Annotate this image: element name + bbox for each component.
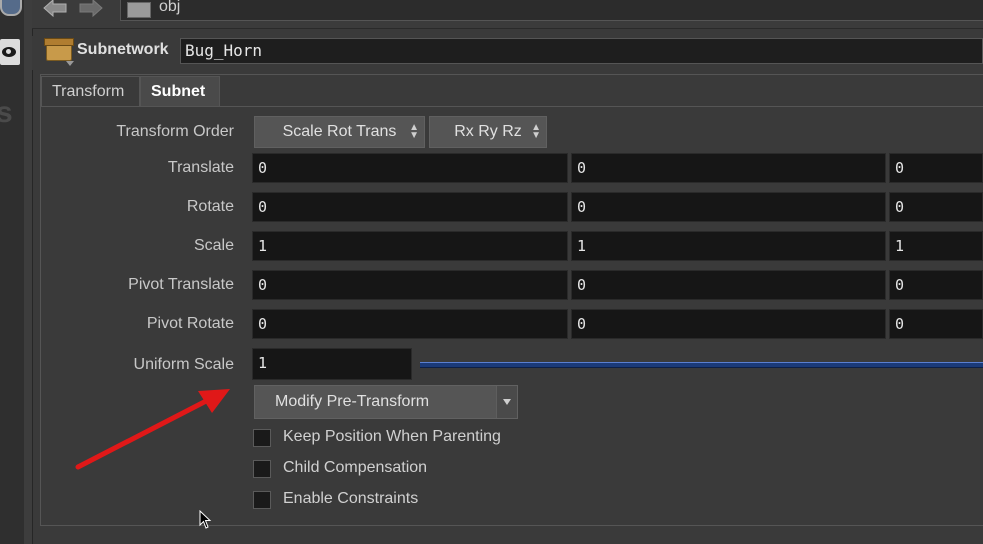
faded-s-icon: s: [0, 96, 13, 129]
network-name: obj: [159, 0, 181, 15]
scale-x-field[interactable]: 1: [252, 231, 568, 261]
left-toolbar: s: [0, 0, 24, 544]
uniform-scale-slider[interactable]: [420, 362, 983, 368]
network-icon: [127, 2, 151, 18]
display-mode-icon[interactable]: [0, 0, 22, 16]
pivot-rotate-z-field[interactable]: 0: [889, 309, 983, 339]
scale-label: Scale: [193, 237, 234, 254]
pre-transform-menu[interactable]: Modify Pre-Transform: [254, 385, 518, 419]
scale-z-field[interactable]: 1: [889, 231, 983, 261]
tab-subnet[interactable]: Subnet: [140, 76, 220, 106]
transform-order-label: Transform Order: [116, 123, 234, 140]
keep-position-checkbox[interactable]: [253, 429, 271, 447]
eye-icon[interactable]: [0, 39, 20, 65]
pivot-rotate-x-field[interactable]: 0: [252, 309, 568, 339]
keep-position-label: Keep Position When Parenting: [283, 428, 501, 445]
uniform-scale-field[interactable]: 1: [252, 348, 412, 380]
rotate-x-field[interactable]: 0: [252, 192, 568, 222]
node-type-label: Subnetwork: [77, 41, 169, 58]
translate-label: Translate: [167, 159, 234, 176]
chevron-down-icon: [496, 386, 517, 418]
rotation-order-menu[interactable]: Rx Ry Rz ▲ ▼: [429, 116, 547, 148]
scale-y-field[interactable]: 1: [571, 231, 886, 261]
mouse-cursor-icon: [199, 510, 212, 529]
rotation-order-value: Rx Ry Rz: [454, 123, 522, 140]
path-bar: obj: [32, 0, 983, 29]
rotate-y-field[interactable]: 0: [571, 192, 886, 222]
tab-transform[interactable]: Transform: [41, 76, 140, 106]
chevron-down-icon[interactable]: [66, 61, 74, 66]
arrow-left-icon[interactable]: [42, 0, 68, 20]
transform-order-menu[interactable]: Scale Rot Trans ▲ ▼: [254, 116, 425, 148]
pre-transform-menu-label: Modify Pre-Transform: [275, 393, 430, 410]
node-name-field[interactable]: Bug_Horn: [180, 38, 983, 64]
eye-pupil: [2, 47, 16, 57]
rotate-label: Rotate: [186, 198, 234, 215]
rotate-z-field[interactable]: 0: [889, 192, 983, 222]
child-compensation-label: Child Compensation: [283, 459, 428, 476]
pivot-translate-label: Pivot Translate: [128, 276, 234, 293]
translate-z-field[interactable]: 0: [889, 153, 983, 183]
child-compensation-checkbox[interactable]: [253, 460, 271, 478]
enable-constraints-checkbox[interactable]: [253, 491, 271, 509]
pivot-translate-y-field[interactable]: 0: [571, 270, 886, 300]
tab-divider: [41, 106, 983, 107]
translate-x-field[interactable]: 0: [252, 153, 568, 183]
transform-order-value: Scale Rot Trans: [282, 123, 397, 140]
left-divider[interactable]: [24, 0, 33, 544]
arrow-right-icon[interactable]: [78, 0, 104, 20]
pivot-rotate-y-field[interactable]: 0: [571, 309, 886, 339]
tab-row: Transform Subnet: [41, 76, 983, 106]
pivot-rotate-label: Pivot Rotate: [146, 315, 234, 332]
node-header: Subnetwork Bug_Horn: [32, 36, 983, 70]
network-path[interactable]: obj: [120, 0, 983, 21]
subnetwork-box-icon[interactable]: [44, 38, 74, 61]
enable-constraints-label: Enable Constraints: [283, 490, 419, 507]
updown-icon: ▲ ▼: [531, 122, 541, 141]
updown-icon: ▲ ▼: [409, 122, 419, 141]
uniform-scale-label: Uniform Scale: [133, 356, 234, 373]
translate-y-field[interactable]: 0: [571, 153, 886, 183]
pivot-translate-x-field[interactable]: 0: [252, 270, 568, 300]
annotation-arrow-icon: [75, 389, 230, 470]
pivot-translate-z-field[interactable]: 0: [889, 270, 983, 300]
